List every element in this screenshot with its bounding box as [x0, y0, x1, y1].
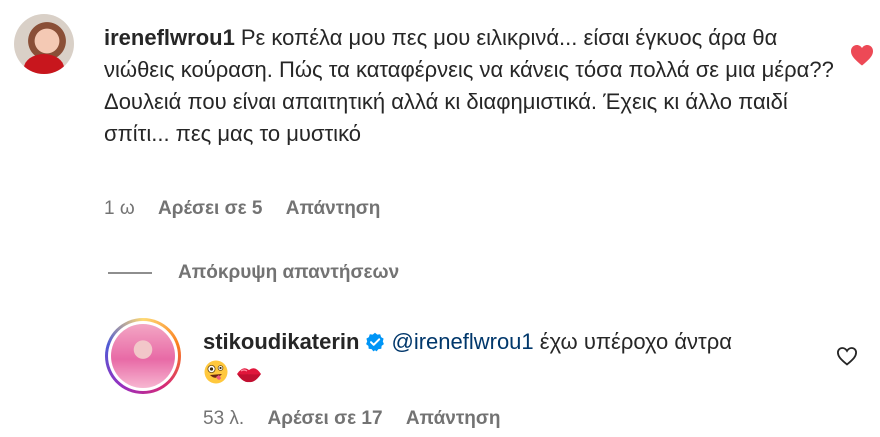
heart-outline-icon[interactable]	[836, 346, 858, 366]
comment-time: 1 ω	[104, 198, 135, 219]
reply-avatar-image	[111, 324, 175, 388]
hide-replies-label[interactable]: Απόκρυψη απαντήσεων	[178, 262, 399, 284]
comment-text-block: ireneflwrou1 Ρε κοπέλα μου πες μου ειλικρ…	[104, 22, 834, 150]
kiss-mark-emoji-icon	[237, 368, 261, 383]
reply-likes-link[interactable]: Αρέσει σε 17	[267, 408, 382, 429]
avatar-image	[24, 54, 64, 74]
reply-time: 53 λ.	[203, 408, 245, 429]
reply-mention-link[interactable]: @ireneflwrou1	[391, 329, 533, 354]
reply-text: έχω υπέροχο άντρα	[539, 329, 732, 354]
reply-text-block: stikoudikaterin @ireneflwrou1 έχω υπέροχ…	[203, 326, 803, 390]
hide-replies-toggle[interactable]: Απόκρυψη απαντήσεων	[108, 262, 399, 284]
reply-reply-button[interactable]: Απάντηση	[406, 408, 501, 429]
comment-username[interactable]: ireneflwrou1	[104, 25, 235, 50]
comments-section: ireneflwrou1 Ρε κοπέλα μου πες μου ειλικρ…	[0, 0, 880, 437]
story-ring	[108, 321, 178, 391]
avatar[interactable]	[14, 14, 74, 74]
divider-line	[108, 272, 152, 274]
comment-likes-link[interactable]: Αρέσει σε 5	[158, 198, 262, 219]
reply-username[interactable]: stikoudikaterin	[203, 329, 359, 354]
verified-badge-icon	[366, 332, 385, 352]
heart-filled-icon[interactable]	[850, 44, 874, 66]
reply-avatar[interactable]	[105, 318, 181, 394]
zany-face-emoji-icon	[204, 360, 228, 384]
comment-meta: 1 ω Αρέσει σε 5 Απάντηση	[104, 198, 398, 220]
comment-reply-button[interactable]: Απάντηση	[286, 198, 381, 219]
reply-meta: 53 λ. Αρέσει σε 17 Απάντηση	[203, 408, 519, 430]
